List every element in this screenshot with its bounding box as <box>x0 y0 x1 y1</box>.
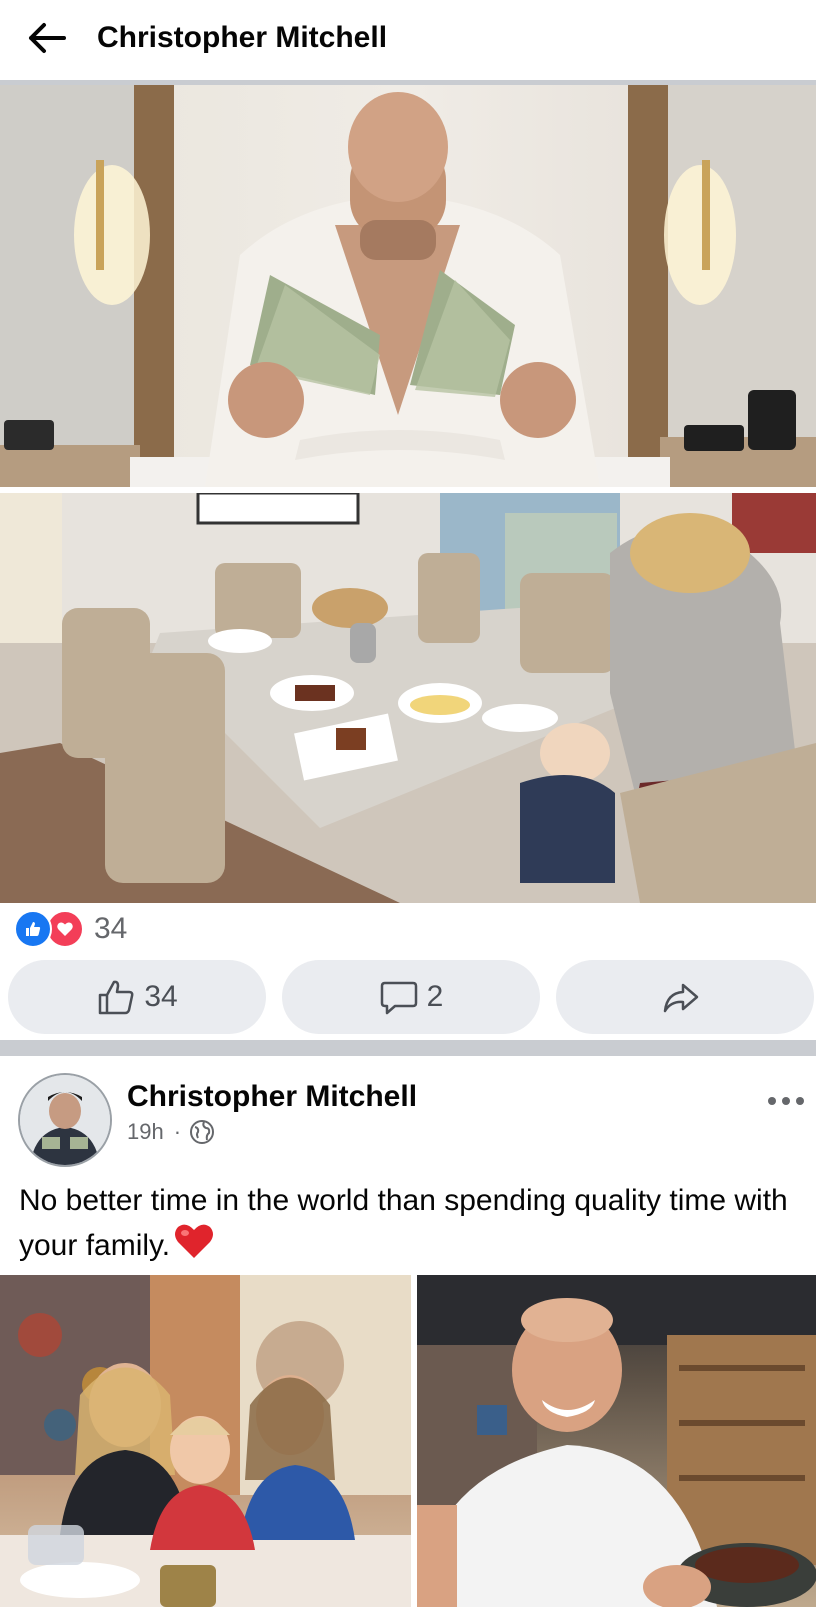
photo-family-breakfast-table <box>0 493 816 903</box>
page-title: Christopher Mitchell <box>97 21 388 54</box>
post-photo-4[interactable] <box>417 1275 816 1607</box>
post-timestamp[interactable]: 19h <box>127 1116 164 1148</box>
post-separator <box>0 1040 816 1056</box>
more-dots-icon <box>768 1097 804 1105</box>
reactions-summary[interactable]: 34 <box>14 909 127 949</box>
comment-button[interactable]: 2 <box>282 960 540 1034</box>
post-text: No better time in the world than spendin… <box>19 1184 788 1262</box>
arrow-left-icon <box>29 23 66 53</box>
more-options-button[interactable] <box>762 1086 810 1116</box>
reaction-count: 34 <box>94 912 128 945</box>
like-icon <box>14 910 52 948</box>
post-photo-2[interactable] <box>0 493 816 903</box>
photo-family-at-restaurant <box>0 1275 411 1607</box>
post-body: No better time in the world than spendin… <box>19 1180 799 1272</box>
photo-man-holding-money <box>0 85 816 487</box>
back-button[interactable] <box>22 18 70 58</box>
avatar[interactable] <box>18 1073 112 1167</box>
like-button[interactable]: 34 <box>8 960 266 1034</box>
post-photo-3[interactable] <box>0 1275 411 1607</box>
share-icon <box>663 983 699 1013</box>
post-meta: 19h · <box>127 1116 215 1148</box>
profile-photo <box>20 1075 110 1165</box>
comment-icon <box>380 981 417 1015</box>
post-author-name[interactable]: Christopher Mitchell <box>127 1079 417 1115</box>
post-photo-1[interactable] <box>0 85 816 487</box>
comment-count: 2 <box>426 980 444 1013</box>
photo-man-smiling-with-dish <box>417 1275 816 1607</box>
share-button[interactable] <box>556 960 814 1034</box>
thumbs-up-icon <box>99 980 134 1015</box>
globe-icon <box>190 1120 215 1144</box>
meta-separator: · <box>173 1119 182 1144</box>
like-count: 34 <box>144 980 178 1013</box>
red-heart-emoji <box>174 1222 214 1272</box>
